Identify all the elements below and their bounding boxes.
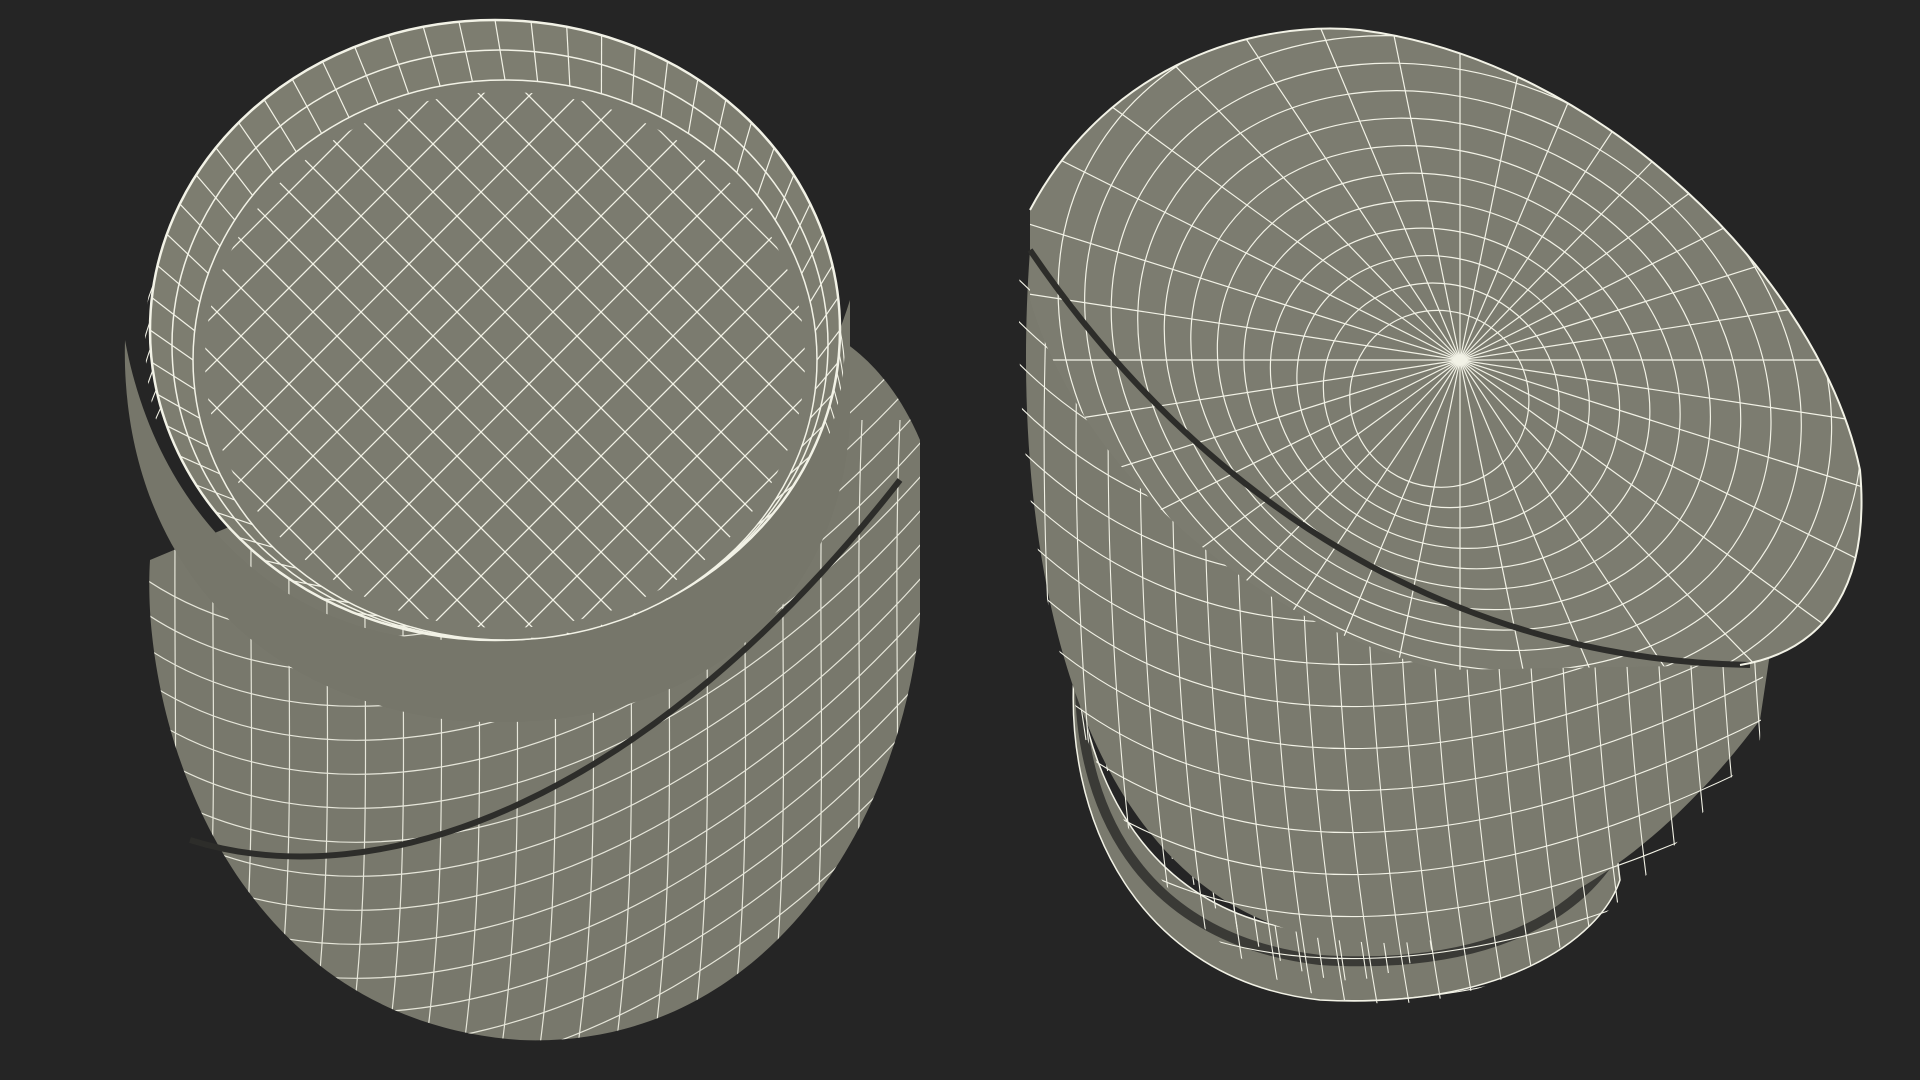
- wireframe-render-scene: [0, 0, 1920, 1080]
- rim-tick: [566, 632, 570, 635]
- rim-tick: [423, 632, 441, 635]
